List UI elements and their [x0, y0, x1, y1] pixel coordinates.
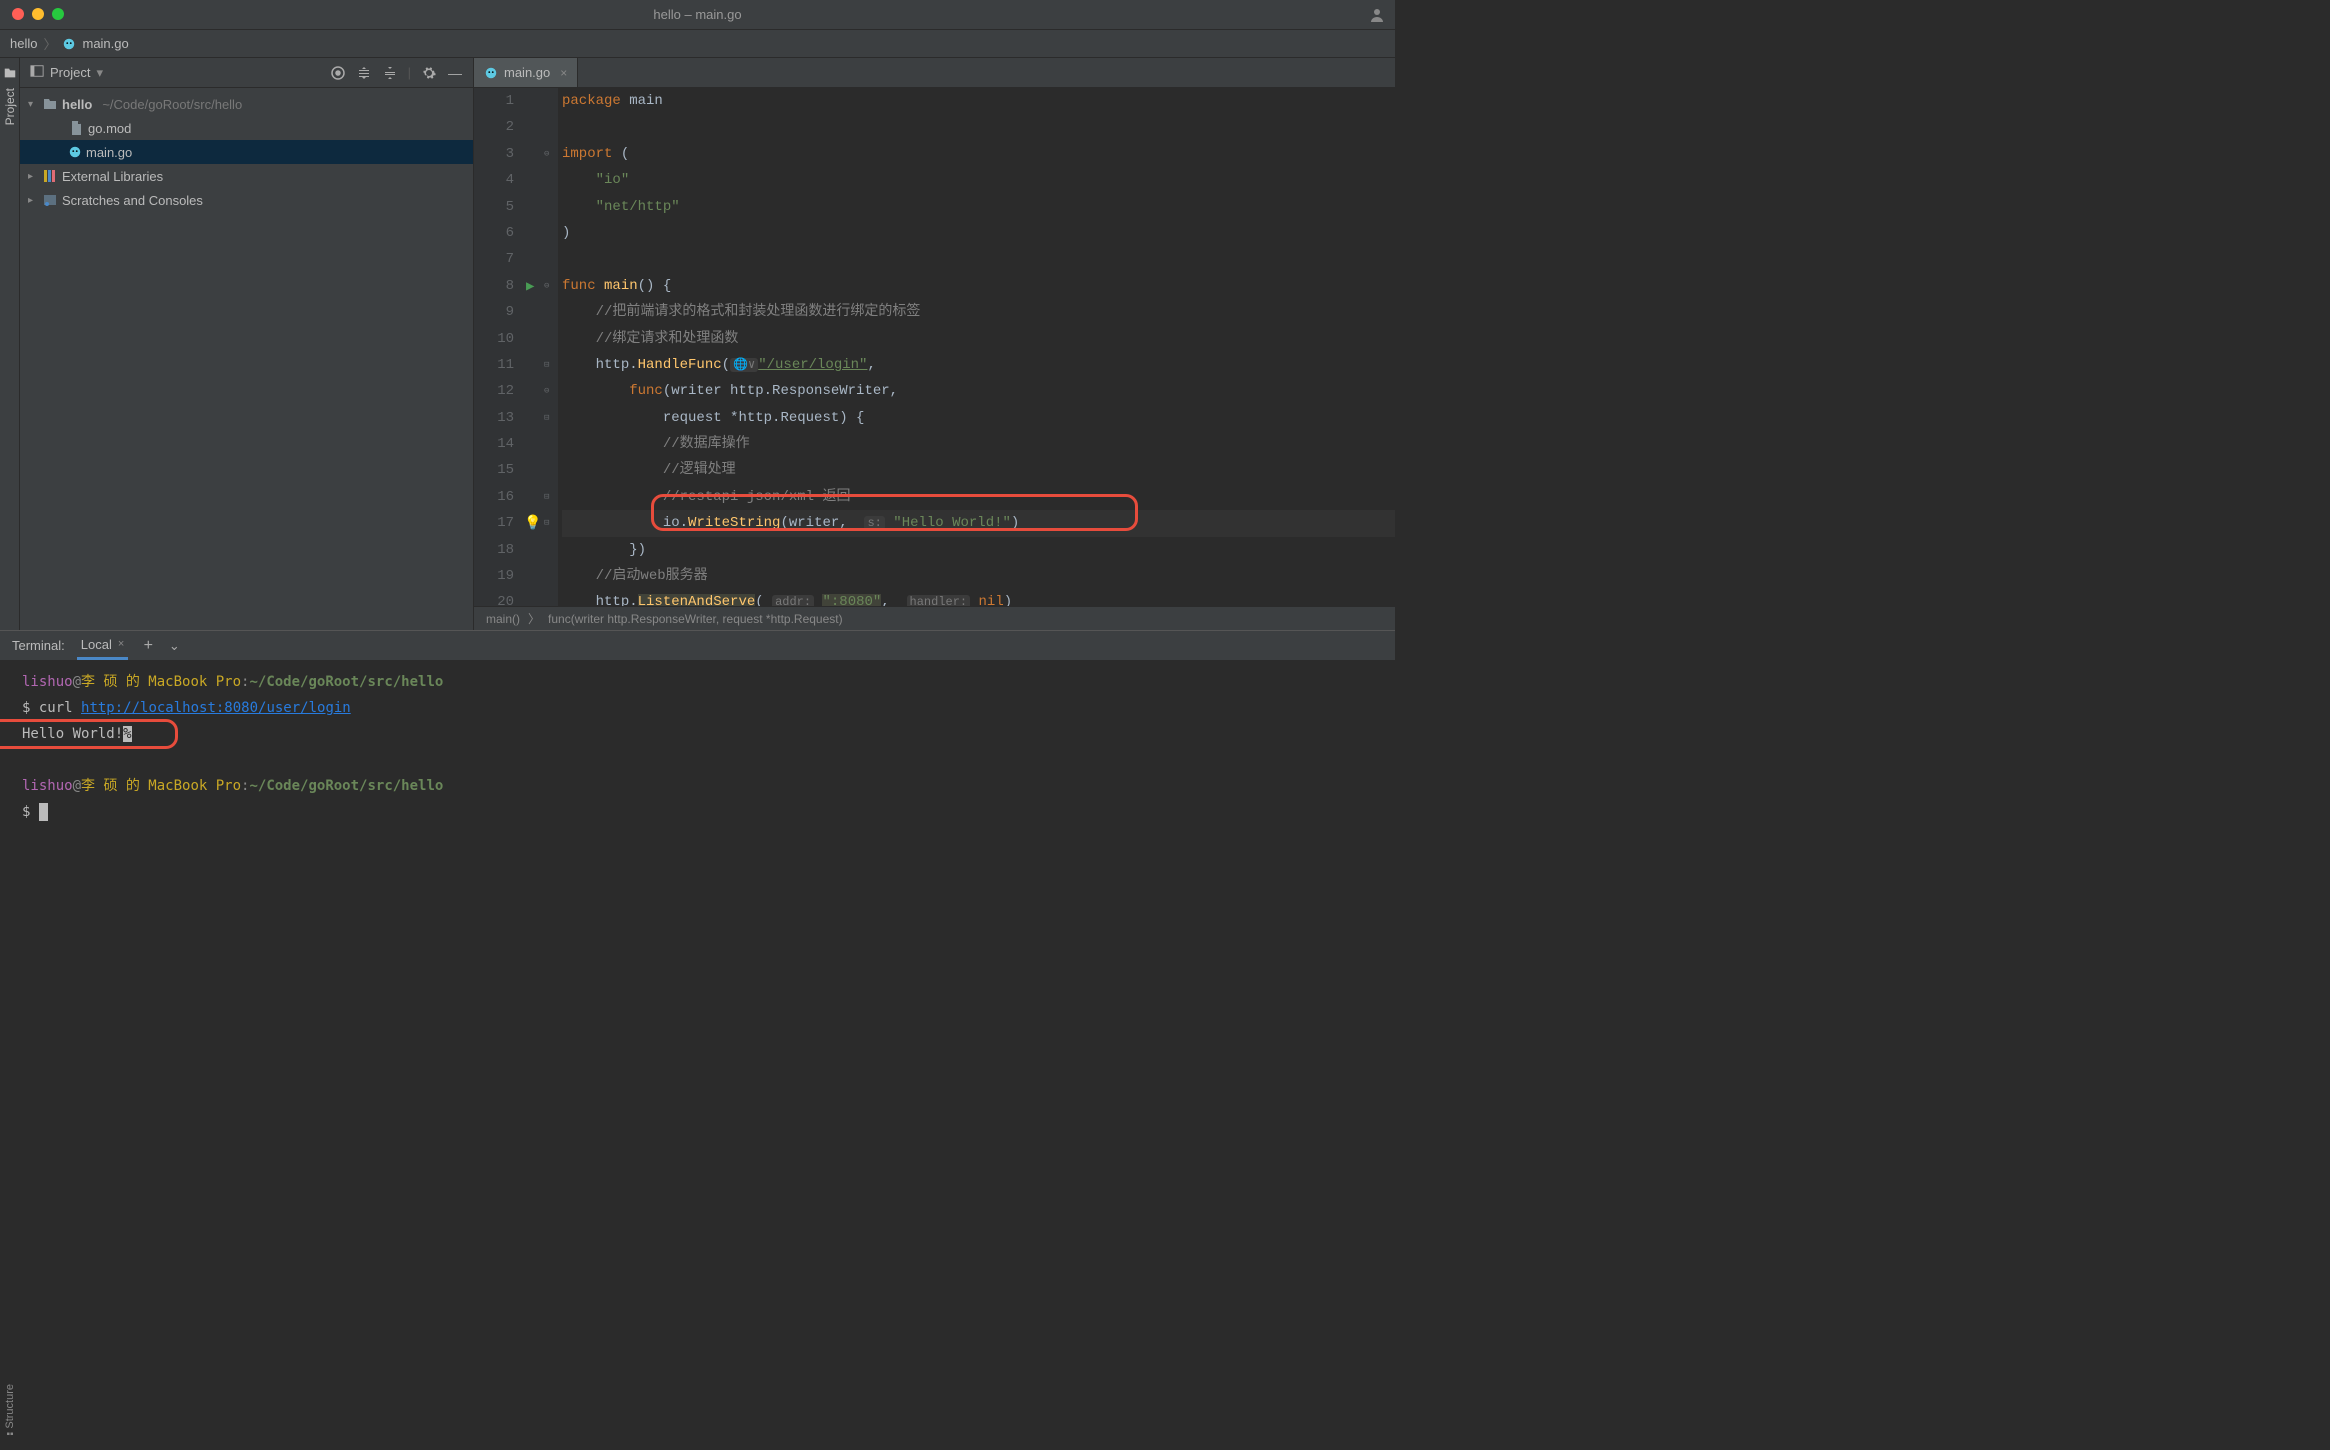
tree-label: External Libraries	[62, 169, 163, 184]
collapse-all-icon[interactable]	[382, 65, 398, 81]
go-file-icon	[484, 66, 498, 80]
editor-breadcrumb: main() 〉 func(writer http.ResponseWriter…	[474, 606, 1395, 630]
terminal-title: Terminal:	[12, 638, 65, 653]
go-file-icon	[68, 145, 82, 159]
maximize-window-icon[interactable]	[52, 8, 64, 20]
breadcrumb-file[interactable]: main.go	[82, 36, 128, 51]
expand-arrow-icon[interactable]: ▾	[28, 99, 38, 110]
breadcrumb: hello 〉 main.go	[0, 30, 1395, 58]
structure-label: Structure	[4, 1384, 16, 1429]
terminal-header: Terminal: Local × + ⌄	[0, 631, 1395, 661]
structure-tool-tab[interactable]: Structure ▪▪	[0, 1384, 20, 1440]
terminal-dropdown-icon[interactable]: ⌄	[166, 638, 182, 654]
intention-bulb-icon[interactable]: 💡	[524, 511, 541, 537]
select-opened-file-icon[interactable]	[330, 65, 346, 81]
dropdown-icon[interactable]: ▾	[96, 65, 103, 81]
editor-tabs: main.go ×	[474, 58, 1395, 88]
scratches-icon	[42, 192, 58, 208]
structure-icon: ▪▪	[6, 1429, 13, 1440]
tree-file-gomod[interactable]: go.mod	[20, 116, 473, 140]
tree-file-label: go.mod	[88, 121, 131, 136]
tree-scratches[interactable]: ▸ Scratches and Consoles	[20, 188, 473, 212]
add-terminal-icon[interactable]: +	[140, 638, 156, 654]
tree-root-name: hello	[62, 97, 92, 112]
breadcrumb-fn[interactable]: main()	[486, 612, 520, 626]
close-window-icon[interactable]	[12, 8, 24, 20]
project-panel-header: Project ▾ | —	[20, 58, 473, 88]
project-tool-icon[interactable]	[3, 66, 17, 80]
code-editor[interactable]: 1234567891011121314151617181920 ▶ 💡 ⊖⊖⊟⊖…	[474, 88, 1395, 606]
tree-external-libraries[interactable]: ▸ External Libraries	[20, 164, 473, 188]
hide-panel-icon[interactable]: —	[447, 65, 463, 81]
title-bar: hello – main.go	[0, 0, 1395, 30]
terminal-panel: Terminal: Local × + ⌄ lishuo@李 硕 的 MacBo…	[0, 630, 1395, 837]
run-icon[interactable]: ▶	[526, 274, 534, 300]
editor-tab-maingo[interactable]: main.go ×	[474, 58, 578, 87]
breadcrumb-separator: 〉	[43, 34, 56, 53]
file-icon	[68, 120, 84, 136]
panel-view-icon	[30, 64, 44, 81]
run-gutter: ▶ 💡	[524, 88, 544, 606]
terminal-tab-local[interactable]: Local ×	[77, 631, 129, 660]
expand-arrow-icon[interactable]: ▸	[28, 171, 38, 182]
settings-icon[interactable]	[421, 65, 437, 81]
code-area[interactable]: package mainimport ( "io" "net/http")fun…	[558, 88, 1395, 606]
expand-arrow-icon[interactable]: ▸	[28, 195, 38, 206]
window-title: hello – main.go	[653, 7, 741, 22]
editor-tab-label: main.go	[504, 65, 550, 80]
separator: |	[408, 65, 411, 80]
terminal-output[interactable]: lishuo@李 硕 的 MacBook Pro:~/Code/goRoot/s…	[0, 661, 1395, 837]
tree-root-path: ~/Code/goRoot/src/hello	[102, 97, 242, 112]
go-file-icon	[62, 37, 76, 51]
editor: main.go × 123456789101112131415161718192…	[474, 58, 1395, 630]
user-icon[interactable]	[1369, 7, 1385, 23]
expand-all-icon[interactable]	[356, 65, 372, 81]
breadcrumb-separator: 〉	[528, 610, 540, 627]
left-tool-tabs: Project	[0, 58, 20, 630]
fold-gutter: ⊖⊖⊟⊖⊟⊟⊟	[544, 88, 558, 606]
minimize-window-icon[interactable]	[32, 8, 44, 20]
line-number-gutter: 1234567891011121314151617181920	[474, 88, 524, 606]
folder-icon	[42, 96, 58, 112]
project-panel-title[interactable]: Project	[50, 65, 90, 80]
breadcrumb-root[interactable]: hello	[10, 36, 37, 51]
project-panel: Project ▾ | — ▾ hello ~/Code/goRoot/src/…	[20, 58, 474, 630]
tree-file-maingo[interactable]: main.go	[20, 140, 473, 164]
breadcrumb-inner[interactable]: func(writer http.ResponseWriter, request…	[548, 612, 843, 626]
project-tree[interactable]: ▾ hello ~/Code/goRoot/src/hello go.mod m…	[20, 88, 473, 630]
terminal-tab-label: Local	[81, 637, 112, 652]
project-tool-tab[interactable]: Project	[1, 84, 19, 129]
close-terminal-tab-icon[interactable]: ×	[118, 638, 124, 650]
tree-file-label: main.go	[86, 145, 132, 160]
window-controls	[0, 0, 76, 28]
libraries-icon	[42, 168, 58, 184]
tree-folder-root[interactable]: ▾ hello ~/Code/goRoot/src/hello	[20, 92, 473, 116]
tree-label: Scratches and Consoles	[62, 193, 203, 208]
close-tab-icon[interactable]: ×	[560, 66, 567, 80]
